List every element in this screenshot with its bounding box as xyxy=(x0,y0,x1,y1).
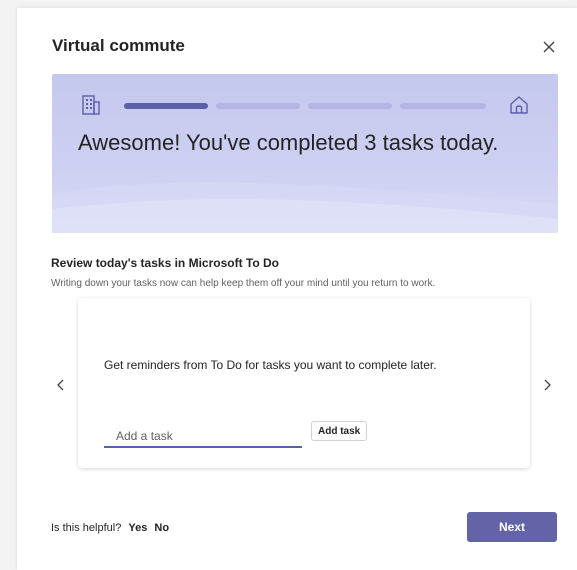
section-subtext: Writing down your tasks now can help kee… xyxy=(51,278,436,289)
office-building-icon xyxy=(82,95,100,115)
home-icon xyxy=(510,96,528,114)
commute-progress-bar xyxy=(124,103,486,109)
feedback-prompt: Is this helpful? Yes No xyxy=(51,522,169,534)
dialog-title: Virtual commute xyxy=(52,36,185,55)
card-description: Get reminders from To Do for tasks you w… xyxy=(104,358,437,372)
chevron-right-icon[interactable] xyxy=(539,377,555,393)
section-heading: Review today's tasks in Microsoft To Do xyxy=(51,256,280,270)
progress-segment xyxy=(216,103,300,109)
chevron-left-icon[interactable] xyxy=(53,377,69,393)
virtual-commute-dialog: Virtual commute Awesome! You've complete… xyxy=(17,8,577,570)
add-task-button[interactable]: Add task xyxy=(311,421,368,441)
commute-banner: Awesome! You've completed 3 tasks today. xyxy=(52,74,558,233)
progress-segment xyxy=(124,103,208,109)
close-icon[interactable] xyxy=(540,38,558,56)
feedback-question: Is this helpful? xyxy=(51,522,122,534)
progress-segment xyxy=(400,103,486,109)
feedback-no-link[interactable]: No xyxy=(154,522,169,534)
banner-message: Awesome! You've completed 3 tasks today. xyxy=(78,130,499,155)
progress-segment xyxy=(308,103,392,109)
todo-card: Get reminders from To Do for tasks you w… xyxy=(78,298,530,468)
next-button[interactable]: Next xyxy=(467,512,557,542)
feedback-yes-link[interactable]: Yes xyxy=(128,522,147,534)
add-task-input[interactable] xyxy=(104,426,302,448)
